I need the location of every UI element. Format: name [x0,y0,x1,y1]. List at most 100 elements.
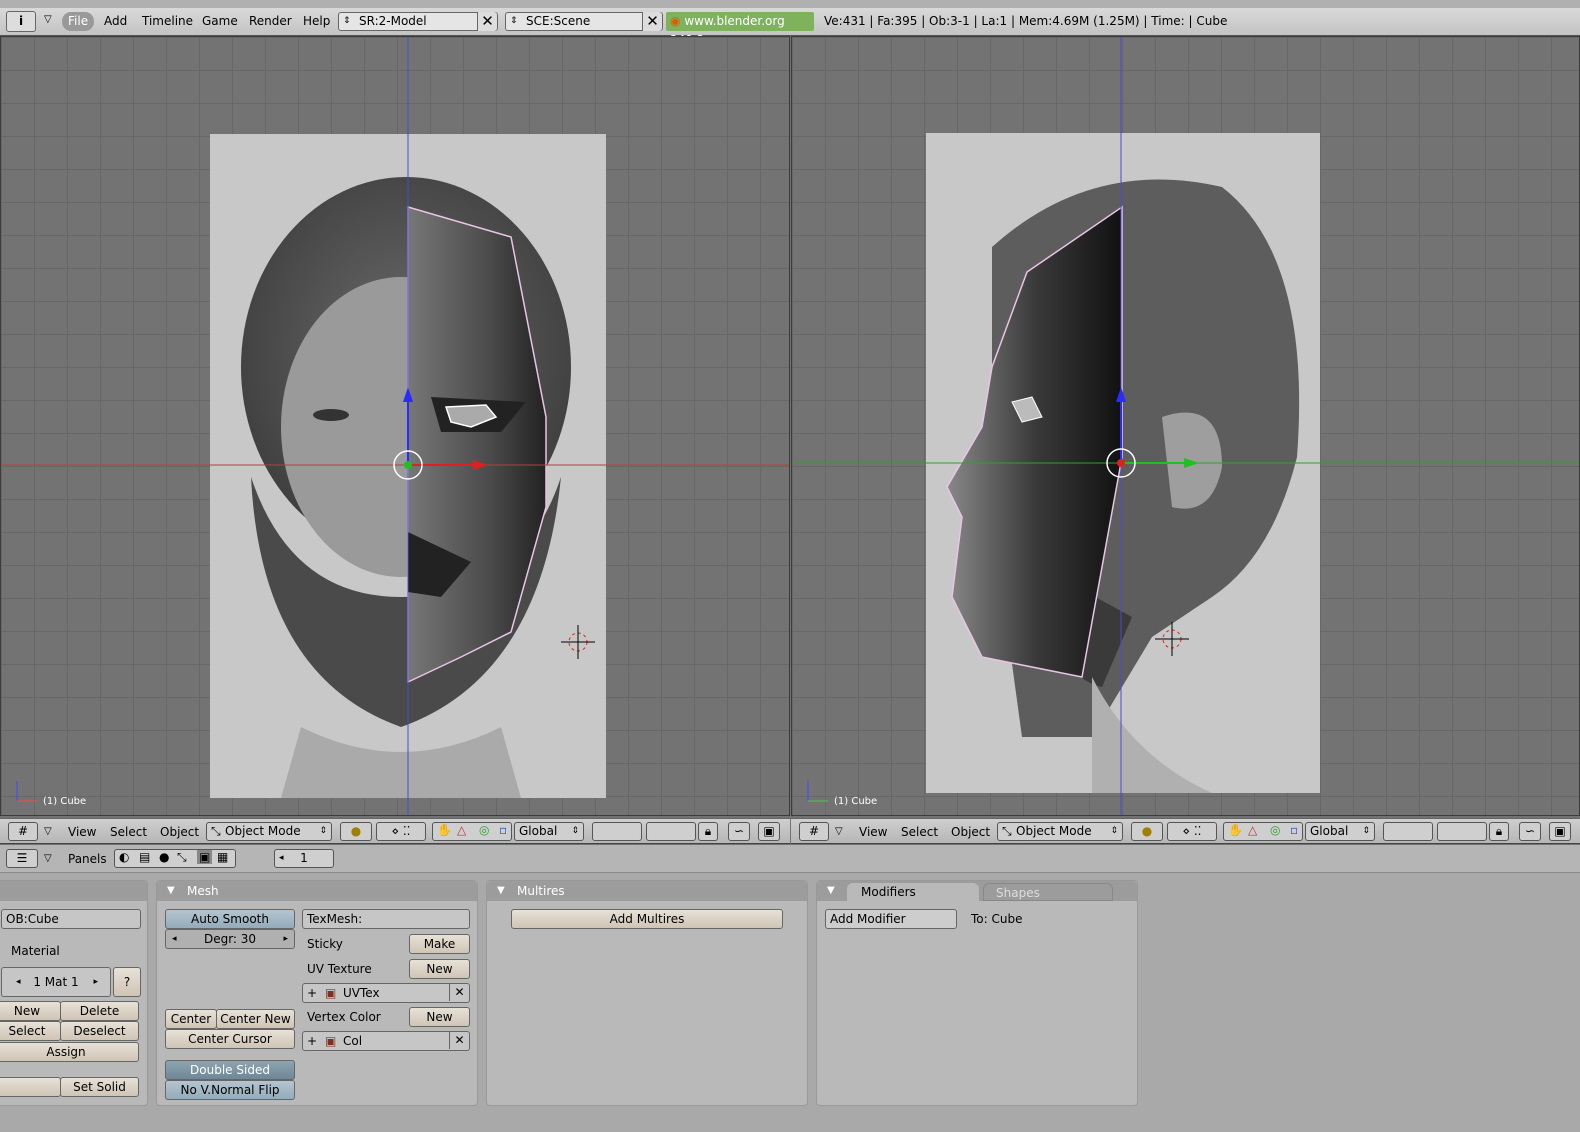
object-name-field[interactable]: OB:Cube [1,909,141,929]
set-solid-button[interactable]: Set Solid [60,1077,139,1097]
no-vnormal-flip-toggle[interactable]: No V.Normal Flip [165,1080,295,1100]
menu-game[interactable]: Game [196,12,244,31]
uvtex-layer-row[interactable]: + ▣ UVTex ✕ [302,983,470,1003]
viewport-front[interactable]: (1) Cube [0,36,790,816]
menu-help[interactable]: Help [297,12,336,31]
screen-name[interactable]: SR:2-Model [359,13,427,30]
lock-icon[interactable]: 🔒︎ [698,822,718,841]
pivot-select[interactable]: ⋄ ⁚⁚ [1167,822,1217,841]
blender-url-badge[interactable]: ◉ www.blender.org 249.2 [666,12,814,47]
col-name[interactable]: Col [343,1032,362,1050]
shading-select[interactable]: ● [1131,822,1163,841]
buttons-editor-icon[interactable]: ☰ [6,849,38,868]
delete-icon[interactable]: ✕ [449,1031,469,1049]
layer-buttons-2[interactable] [1437,822,1487,841]
texmesh-field[interactable]: TexMesh: [302,909,470,929]
panel-header[interactable]: ▼ Mesh [157,881,477,901]
auto-smooth-degree-field[interactable]: ◂ Degr: 30 ▸ [165,929,295,949]
sticky-make-button[interactable]: Make [409,934,470,954]
menu-view[interactable]: View [859,824,887,840]
context-tabs[interactable]: ◐ ▤ ● ⤡ ▣ ▦ [114,849,236,868]
active-layer-icon[interactable]: + [307,1032,317,1050]
set-smooth-button[interactable] [0,1077,61,1097]
render-preview-icon[interactable]: ▣ [1549,822,1571,841]
tab-shapes[interactable]: Shapes [983,883,1113,901]
vertex-color-new-button[interactable]: New [409,1007,470,1027]
menu-object[interactable]: Object [160,824,199,840]
material-new-button[interactable]: New [0,1001,61,1021]
frame-field[interactable]: ◂ 1 [274,849,334,868]
left-arrow-icon[interactable]: ◂ [172,930,177,948]
menu-render[interactable]: Render [243,12,298,31]
render-preview-icon[interactable]: ▣ [758,822,780,841]
close-icon[interactable]: ✕ [642,12,662,31]
manipulator-toggles[interactable]: ✋ △ ◎ ▫ [432,822,512,841]
panel-header[interactable]: ▼ Multires [487,881,807,901]
orientation-select[interactable]: Global ⇕ [1305,822,1375,841]
snap-icon[interactable]: ∽ [728,822,750,841]
material-delete-button[interactable]: Delete [60,1001,139,1021]
mode-select[interactable]: ⤡ Object Mode ⇕ [206,822,332,841]
menu-object[interactable]: Object [951,824,990,840]
center-button[interactable]: Center [165,1009,217,1029]
render-layer-icon[interactable]: ▣ [325,984,336,1002]
col-layer-row[interactable]: + ▣ Col ✕ [302,1031,470,1051]
orientation-select[interactable]: Global ⇕ [514,822,584,841]
menu-add[interactable]: Add [98,12,133,31]
uv-texture-new-button[interactable]: New [409,959,470,979]
left-arrow-icon[interactable]: ◂ [279,850,284,867]
script-icon[interactable]: ▤ [139,850,150,864]
collapse-triangle-icon[interactable]: ▼ [167,881,175,901]
delete-icon[interactable]: ✕ [449,983,469,1001]
menu-file[interactable]: File [62,12,95,31]
collapse-triangle-icon[interactable]: ▼ [827,881,835,901]
menu-select[interactable]: Select [901,824,938,840]
mode-select[interactable]: ⤡ Object Mode ⇕ [997,822,1123,841]
scene-name[interactable]: SCE:Scene [526,13,590,30]
auto-smooth-toggle[interactable]: Auto Smooth [165,909,295,929]
scene-icon[interactable]: ▦ [217,850,228,864]
collapse-menu-icon[interactable]: ▽ [835,824,843,840]
collapse-menu-icon[interactable]: ▽ [44,824,52,840]
scene-selector[interactable]: ⇕ SCE:Scene ✕ [505,12,663,31]
pivot-select[interactable]: ⋄ ⁚⁚ [376,822,426,841]
right-arrow-icon[interactable]: ▸ [93,968,98,996]
collapse-triangle-icon[interactable]: ▼ [497,881,505,901]
manipulator-toggles[interactable]: ✋ △ ◎ ▫ [1223,822,1303,841]
grid-editor-icon[interactable]: # [8,822,38,841]
center-new-button[interactable]: Center New [216,1009,295,1029]
collapse-menu-icon[interactable]: ▽ [44,14,52,25]
material-assign-button[interactable]: Assign [0,1042,139,1062]
lock-icon[interactable]: 🔒︎ [1489,822,1509,841]
grid-editor-icon[interactable]: # [799,822,829,841]
add-modifier-button[interactable]: Add Modifier [825,909,957,929]
double-sided-toggle[interactable]: Double Sided [165,1060,295,1080]
layer-buttons-1[interactable] [1383,822,1433,841]
layer-buttons-2[interactable] [646,822,696,841]
menu-view[interactable]: View [68,824,96,840]
shading-select[interactable]: ● [340,822,372,841]
object-icon[interactable]: ⤡ [177,850,187,865]
logic-icon[interactable]: ◐ [119,850,129,864]
add-multires-button[interactable]: Add Multires [511,909,783,929]
menu-select[interactable]: Select [110,824,147,840]
shading-icon[interactable]: ● [159,850,169,864]
layer-buttons-1[interactable] [592,822,642,841]
active-layer-icon[interactable]: + [307,984,317,1002]
render-layer-icon[interactable]: ▣ [325,1032,336,1050]
editing-icon[interactable]: ▣ [197,850,213,864]
viewport-side[interactable]: (1) Cube [791,36,1580,816]
menu-timeline[interactable]: Timeline [136,12,199,31]
material-index-field[interactable]: ◂ 1 Mat 1 ▸ [1,967,111,997]
snap-icon[interactable]: ∽ [1519,822,1541,841]
help-button[interactable]: ? [113,967,141,997]
material-select-button[interactable]: Select [0,1021,61,1041]
uvtex-name[interactable]: UVTex [343,984,380,1002]
left-arrow-icon[interactable]: ◂ [16,968,21,996]
center-cursor-button[interactable]: Center Cursor [165,1029,295,1049]
editor-type-button[interactable]: i [6,11,36,32]
tab-modifiers[interactable]: Modifiers [847,883,979,901]
right-arrow-icon[interactable]: ▸ [283,930,288,948]
screen-selector[interactable]: ⇕ SR:2-Model ✕ [338,12,498,31]
material-deselect-button[interactable]: Deselect [60,1021,139,1041]
